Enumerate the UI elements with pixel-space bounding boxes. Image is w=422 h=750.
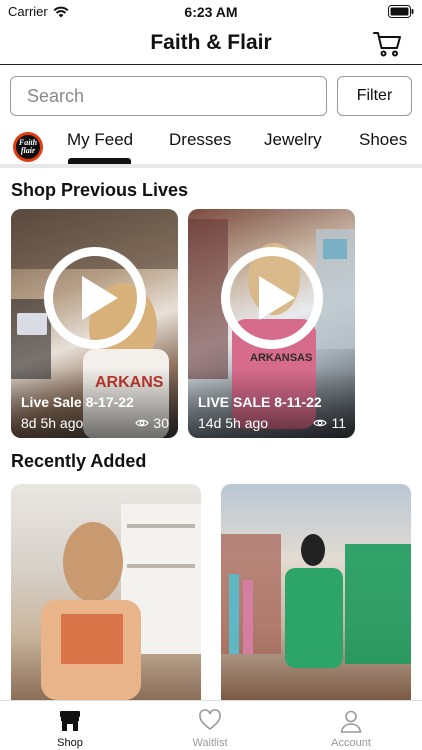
tab-bar-shop-label: Shop	[57, 737, 83, 749]
live-sale-title: Live Sale 8-17-22	[21, 394, 134, 410]
heart-icon	[199, 709, 221, 731]
play-icon[interactable]	[44, 247, 146, 349]
tab-bar-shop[interactable]: Shop	[0, 701, 140, 750]
svg-text:ARKANSAS: ARKANSAS	[250, 352, 312, 364]
status-bar: Carrier 6:23 AM	[0, 0, 422, 24]
view-count: 11	[313, 415, 346, 431]
store-logo[interactable]: Faith flair	[13, 132, 43, 162]
category-tabs: Faith flair My Feed Dresses Jewelry Shoe…	[0, 124, 422, 164]
product-image	[41, 504, 201, 700]
tab-bar-account[interactable]: Account	[281, 701, 421, 750]
search-input[interactable]	[10, 76, 327, 116]
tab-bar-waitlist-label: Waitlist	[192, 737, 228, 749]
play-icon[interactable]	[221, 247, 323, 349]
tabs-divider	[0, 164, 422, 168]
battery-icon	[388, 5, 414, 18]
tab-my-feed[interactable]: My Feed	[67, 130, 133, 150]
view-count-value: 30	[153, 415, 169, 431]
eye-icon	[135, 419, 150, 427]
bottom-tab-bar: Shop Waitlist Account	[0, 700, 422, 750]
search-row: Filter	[10, 76, 412, 116]
cart-icon[interactable]	[372, 29, 402, 59]
product-card[interactable]	[221, 484, 411, 700]
clock: 6:23 AM	[184, 4, 238, 20]
tab-bar-waitlist[interactable]: Waitlist	[140, 701, 280, 750]
filter-button[interactable]: Filter	[337, 76, 412, 116]
live-sale-card[interactable]: ARKANS Live Sale 8-17-22 8d 5h ago 30	[11, 209, 178, 438]
view-count: 30	[135, 415, 169, 431]
product-image	[221, 534, 411, 668]
live-sale-title: LIVE SALE 8-11-22	[198, 394, 322, 410]
previous-lives-title: Shop Previous Lives	[11, 180, 189, 200]
tab-bar-account-label: Account	[331, 737, 371, 749]
product-card[interactable]	[11, 484, 201, 700]
eye-icon	[313, 419, 328, 427]
page-title: Faith & Flair	[150, 31, 272, 54]
shop-icon	[60, 711, 80, 731]
view-count-value: 11	[331, 415, 346, 431]
person-icon	[340, 710, 362, 733]
tab-dresses[interactable]: Dresses	[169, 130, 231, 150]
tab-jewelry[interactable]: Jewelry	[264, 130, 322, 150]
live-sale-time-ago: 14d 5h ago	[198, 415, 269, 431]
store-logo-text: Faith flair	[16, 135, 40, 159]
live-sale-time-ago: 8d 5h ago	[21, 415, 84, 431]
nav-header: Faith & Flair	[0, 24, 422, 65]
recently-added-title: Recently Added	[11, 451, 147, 471]
tab-shoes[interactable]: Shoes	[359, 130, 407, 150]
live-sale-card[interactable]: ARKANSAS LIVE SALE 8-11-22 14d 5h ago 11	[188, 209, 355, 438]
